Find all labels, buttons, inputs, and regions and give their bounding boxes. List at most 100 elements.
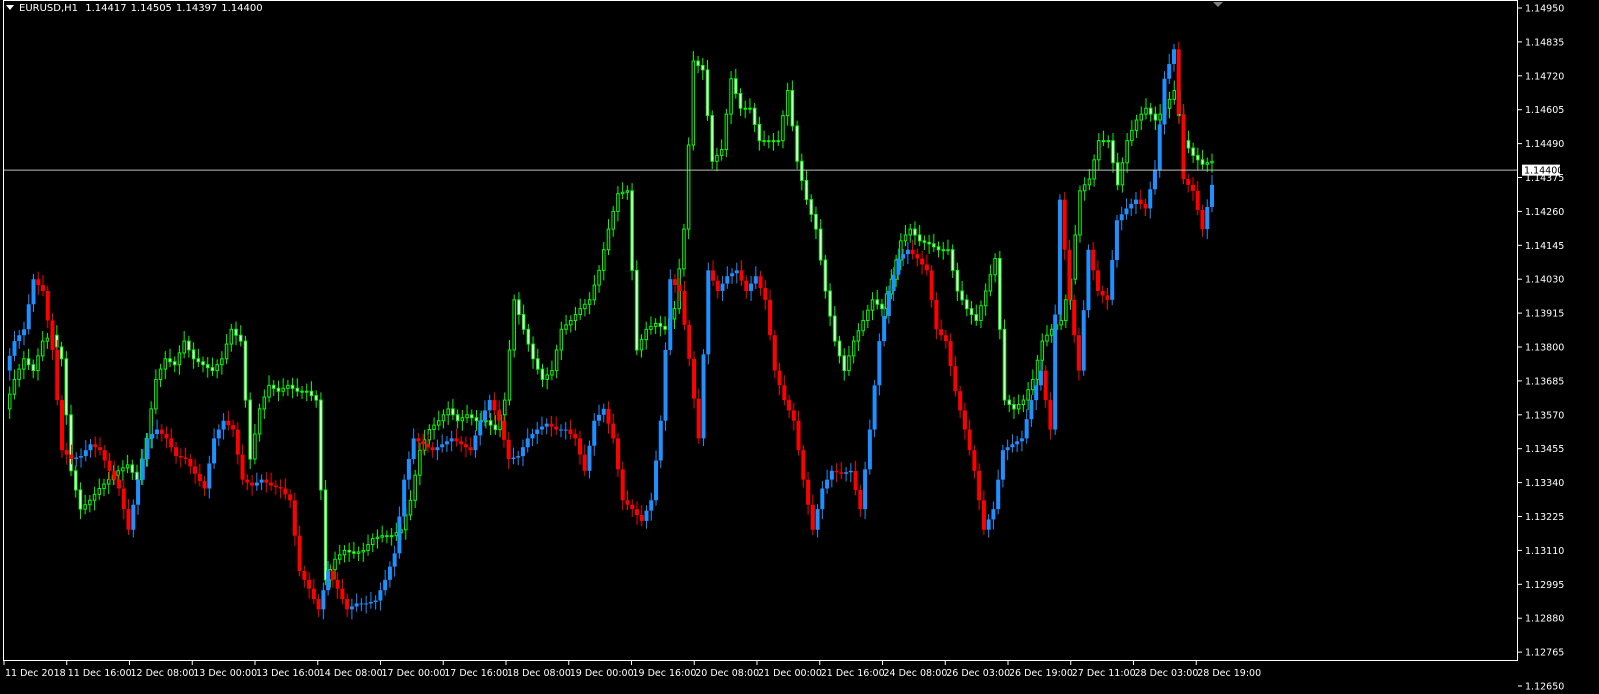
- candle-body: [323, 489, 328, 581]
- candle-body: [905, 249, 910, 255]
- candle-body: [559, 328, 564, 351]
- candle-body: [927, 241, 931, 245]
- candle-body: [705, 69, 710, 117]
- candle-body: [487, 400, 492, 411]
- candle-body: [823, 259, 828, 292]
- candle-body: [12, 341, 17, 356]
- candle-body: [1139, 113, 1144, 121]
- candle-body: [468, 447, 473, 451]
- candle-body: [159, 429, 164, 434]
- candle-body: [946, 249, 950, 252]
- candle-body: [837, 340, 842, 357]
- candle-body: [380, 535, 384, 538]
- candle-body: [583, 303, 587, 310]
- candle-body: [460, 417, 465, 422]
- candle-body: [177, 352, 182, 366]
- candle-body: [782, 385, 787, 401]
- time-tick-label: 26 Dec 19:00: [1009, 668, 1073, 679]
- candle-body: [573, 314, 578, 321]
- candle-body: [240, 454, 245, 480]
- candle-body: [545, 374, 549, 380]
- candle-body: [102, 450, 107, 461]
- candle-body: [910, 249, 915, 255]
- candle-body: [606, 228, 611, 251]
- candle-body: [924, 264, 929, 271]
- candle-body: [212, 438, 217, 464]
- candle-body: [444, 441, 449, 445]
- candle-body: [235, 429, 240, 455]
- candle-body: [97, 487, 102, 495]
- candle-body: [729, 78, 733, 115]
- candle-body: [1133, 199, 1138, 205]
- price-tick-label: 1.14835: [1525, 37, 1564, 48]
- candle-body: [896, 258, 901, 275]
- candle-body: [602, 249, 606, 271]
- candle-body: [1095, 270, 1100, 291]
- candle-body: [1196, 154, 1200, 161]
- candle-body: [616, 438, 621, 470]
- price-tick-label: 1.14145: [1525, 241, 1564, 252]
- candle-body: [267, 384, 271, 398]
- candle-body: [790, 90, 795, 127]
- candle-body: [340, 588, 345, 600]
- candle-body: [1153, 113, 1158, 121]
- candle-body: [639, 339, 644, 351]
- candle-body: [383, 579, 388, 591]
- candle-body: [411, 438, 416, 460]
- candle-body: [290, 384, 295, 389]
- candle-body: [861, 319, 865, 332]
- candle-body: [22, 358, 26, 370]
- candle-body: [408, 499, 413, 516]
- candle-body: [787, 400, 792, 411]
- time-tick-label: 12 Dec 08:00: [131, 668, 195, 679]
- candle-body: [183, 457, 188, 460]
- candle-body: [83, 504, 87, 510]
- candle-body: [558, 429, 563, 431]
- price-tick-label: 1.14260: [1525, 207, 1564, 218]
- candle-body: [853, 470, 858, 490]
- candle-body: [596, 414, 601, 421]
- candle-body: [216, 429, 221, 439]
- candle-body: [22, 329, 27, 336]
- candle-body: [1021, 399, 1026, 405]
- candle-body: [155, 429, 160, 434]
- candle-body: [302, 571, 307, 580]
- candle-body: [1125, 140, 1129, 164]
- dropdown-triangle-icon[interactable]: [6, 5, 14, 10]
- candle-body: [121, 488, 126, 510]
- candle-body: [1172, 90, 1177, 100]
- candle-body: [1072, 299, 1077, 336]
- candle-body: [1035, 359, 1040, 380]
- candle-body: [597, 269, 601, 286]
- candle-body: [1111, 140, 1115, 164]
- candle-body: [1210, 184, 1214, 207]
- price-tick-label: 1.12650: [1525, 682, 1564, 693]
- candle-body: [1106, 140, 1111, 143]
- candle-body: [454, 438, 459, 442]
- candle-body: [762, 140, 766, 143]
- candle-body: [965, 299, 969, 310]
- candle-body: [321, 590, 326, 610]
- candle-body: [309, 390, 314, 397]
- candle-body: [620, 469, 625, 501]
- chart-shift-marker[interactable]: [1213, 2, 1223, 7]
- candle-body: [758, 276, 763, 289]
- time-tick-label: 14 Dec 08:00: [319, 668, 383, 679]
- candle-body: [193, 466, 198, 474]
- price-chart[interactable]: 1.14950 1.14835 1.14720 1.14605 1.14490 1.143…: [0, 0, 1599, 694]
- candle-body: [88, 499, 92, 506]
- candle-body: [630, 504, 635, 510]
- candle-body: [950, 249, 955, 271]
- candle-body: [644, 510, 649, 521]
- candle-body: [234, 328, 238, 336]
- candle-body: [392, 553, 397, 567]
- time-tick-label: 18 Dec 08:00: [507, 668, 571, 679]
- candle-body: [281, 387, 285, 392]
- candle-body: [682, 228, 686, 270]
- candle-body: [511, 457, 516, 460]
- candle-body: [1143, 204, 1148, 209]
- candle-body: [425, 444, 430, 448]
- price-tick-label: 1.14030: [1525, 275, 1564, 286]
- candle-body: [493, 424, 498, 431]
- candle-body: [26, 358, 31, 366]
